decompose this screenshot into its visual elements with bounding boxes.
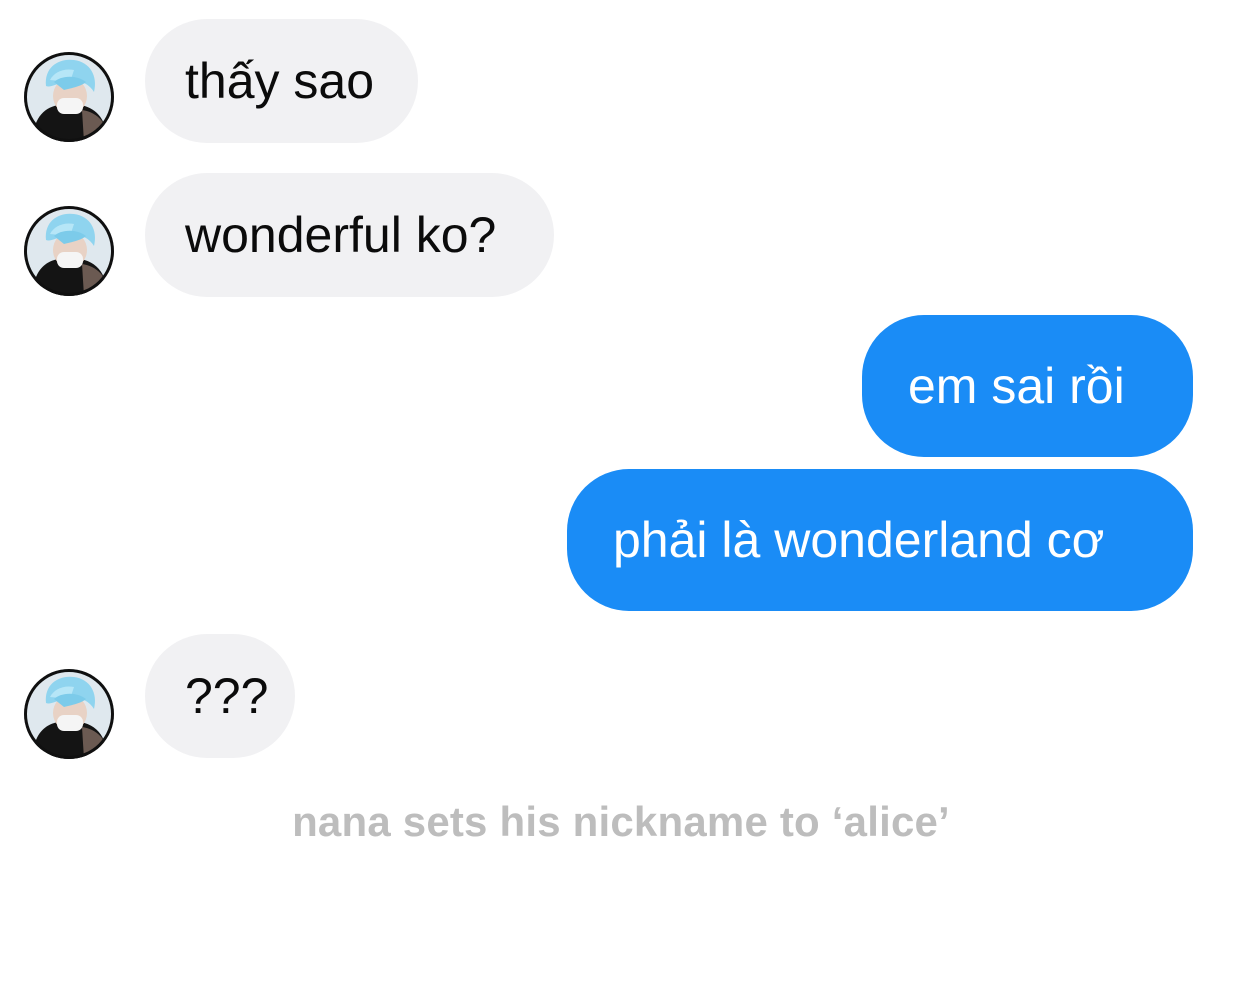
avatar-icon (24, 52, 114, 142)
message-text: wonderful ko? (185, 207, 497, 263)
chat-thread: thấy sao wonderful ko? em sai rồi phải l… (0, 0, 1242, 985)
avatar-icon (24, 669, 114, 759)
message-text: em sai rồi (908, 358, 1125, 414)
system-note: nana sets his nickname to ‘alice’ (292, 798, 950, 845)
message-bubble-incoming[interactable]: wonderful ko? (145, 173, 554, 297)
message-bubble-outgoing[interactable]: em sai rồi (862, 315, 1193, 457)
message-text: ??? (185, 668, 269, 724)
message-text: thấy sao (185, 53, 375, 109)
message-bubble-incoming[interactable]: ??? (145, 634, 295, 758)
avatar-icon (24, 206, 114, 296)
contact-avatar[interactable] (24, 206, 114, 296)
contact-avatar[interactable] (24, 52, 114, 142)
message-bubble-outgoing[interactable]: phải là wonderland cơ (567, 469, 1193, 611)
message-text: phải là wonderland cơ (613, 512, 1105, 568)
message-bubble-incoming[interactable]: thấy sao (145, 19, 418, 143)
contact-avatar[interactable] (24, 669, 114, 759)
